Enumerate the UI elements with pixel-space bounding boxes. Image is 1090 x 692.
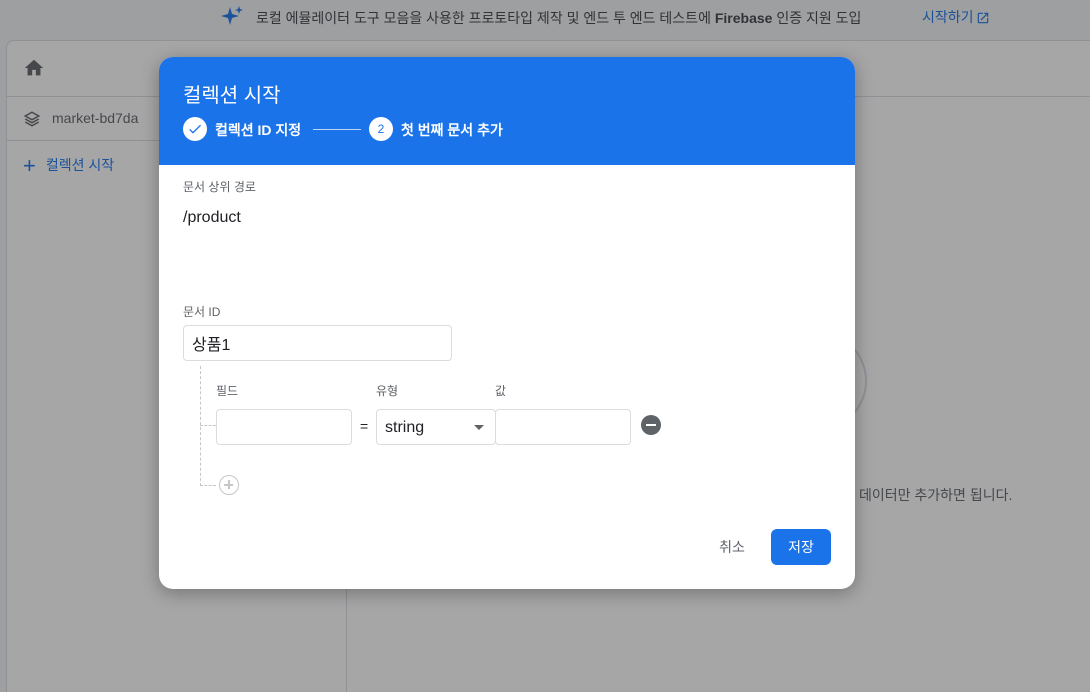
save-button[interactable]: 저장 [771,529,831,565]
check-icon [189,124,201,134]
document-id-label: 문서 ID [183,305,221,319]
step-1-label: 컬렉션 ID 지정 [215,122,302,138]
field-tree-branch [200,425,216,426]
document-id-input[interactable] [183,325,452,361]
parent-path-label: 문서 상위 경로 [183,180,256,194]
equals-sign: = [360,418,369,434]
cancel-button[interactable]: 취소 [707,529,757,565]
field-value-input[interactable] [495,409,631,445]
type-header: 유형 [376,384,399,398]
type-select[interactable]: string [376,409,496,445]
add-field-icon[interactable] [219,475,239,495]
step-2-number: 2 [369,117,393,141]
remove-field-icon[interactable] [641,415,661,435]
add-tree-branch [200,485,216,486]
parent-path-value: /product [183,209,241,226]
dialog-header: 컬렉션 시작 컬렉션 ID 지정 2 첫 번째 문서 추가 [159,57,855,165]
field-tree-line [200,366,201,486]
value-header: 값 [495,384,507,398]
start-collection-dialog: 컬렉션 시작 컬렉션 ID 지정 2 첫 번째 문서 추가 문서 상위 경로 /… [159,57,855,589]
step-2-label: 첫 번째 문서 추가 [401,122,503,138]
field-name-input[interactable] [216,409,352,445]
dropdown-arrow-icon [474,425,484,430]
step-connector [313,129,361,130]
field-header: 필드 [216,384,239,398]
dialog-title: 컬렉션 시작 [183,85,281,107]
step-done-icon [183,117,207,141]
type-select-value: string [385,419,425,436]
